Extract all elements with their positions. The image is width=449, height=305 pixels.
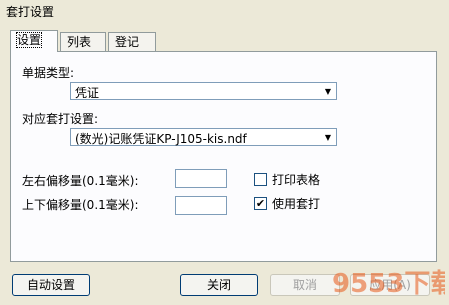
print-table-label: 打印表格 [272,173,321,187]
doc-type-label: 单据类型: [22,66,75,80]
close-button[interactable]: 关闭 [180,274,258,296]
doc-type-select[interactable]: 凭证 ▼ [70,82,337,100]
watermark-text: 9553下载 [332,269,445,299]
chevron-down-icon[interactable]: ▼ [321,84,335,98]
print-setting-select[interactable]: (数光)记账凭证KP-J105-kis.ndf ▼ [70,128,337,146]
ud-offset-label: 上下偏移量(0.1毫米): [22,198,139,212]
auto-setup-button[interactable]: 自动设置 [12,274,90,296]
window-title: 套打设置 [6,5,55,19]
tab-register-label: 登记 [115,35,140,49]
print-setting-label: 对应套打设置: [22,112,99,126]
lr-offset-label: 左右偏移量(0.1毫米): [22,174,139,188]
site-watermark-logo: 9553下载 [332,269,445,299]
checkmark-icon: ✔ [255,197,266,210]
print-table-checkbox[interactable] [254,173,267,186]
ud-offset-input[interactable] [175,196,227,215]
title-bar: 套打设置 [0,0,449,20]
lr-offset-input[interactable] [175,169,227,188]
tab-settings-label: 设置 [15,32,43,48]
tab-list[interactable]: 列表 [60,32,106,51]
chevron-down-icon[interactable]: ▼ [321,130,335,144]
use-template-checkbox[interactable]: ✔ [254,197,267,210]
doc-type-value: 凭证 [75,86,100,100]
print-setting-value: (数光)记账凭证KP-J105-kis.ndf [75,132,247,146]
tab-list-label: 列表 [67,35,92,49]
tab-register[interactable]: 登记 [108,32,156,51]
use-template-label: 使用套打 [272,197,321,211]
tab-settings[interactable]: 设置 [10,30,58,52]
